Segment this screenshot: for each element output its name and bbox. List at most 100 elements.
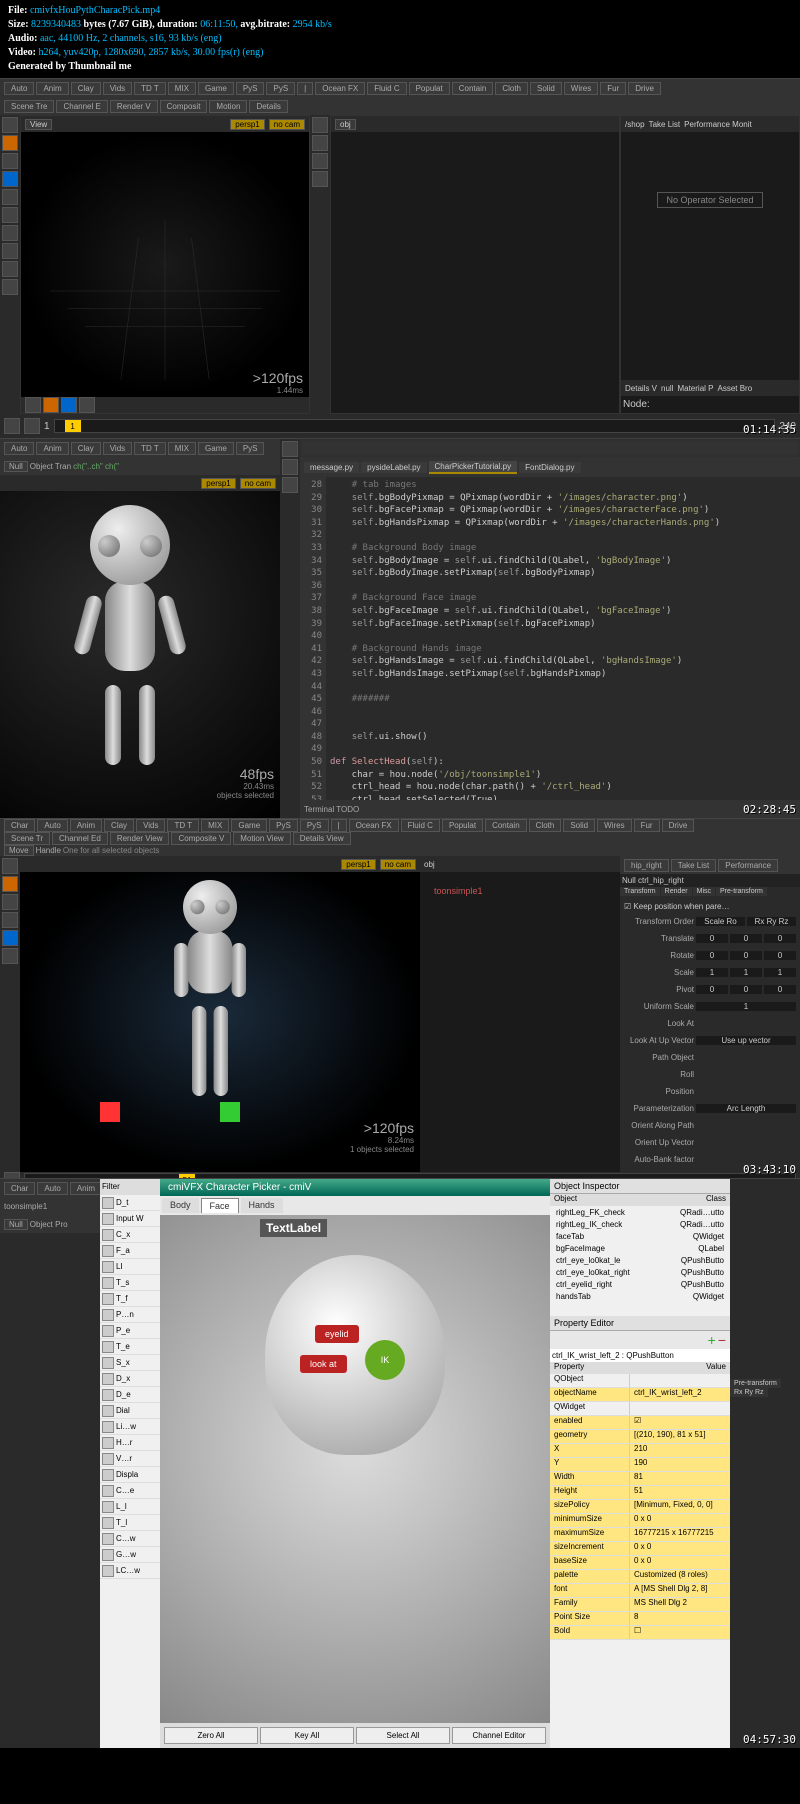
gizmo-y[interactable] [220, 1102, 240, 1122]
code-editor[interactable]: message.pypysideLabel.pyCharPickerTutori… [300, 439, 800, 818]
property-row[interactable]: Height51 [550, 1486, 730, 1500]
param-rotate[interactable]: Rotate000 [624, 947, 796, 963]
channel-editor-button[interactable]: Channel Editor [452, 1727, 546, 1744]
param-uniform-scale[interactable]: Uniform Scale1 [624, 998, 796, 1014]
widget-S_x[interactable]: S_x [100, 1355, 160, 1371]
property-row[interactable]: fontA [MS Shell Dlg 2, 8] [550, 1584, 730, 1598]
property-row[interactable]: Point Size8 [550, 1612, 730, 1626]
node-label[interactable]: toonsimple1 [420, 872, 620, 910]
widget-T_l[interactable]: T_l [100, 1515, 160, 1531]
gizmo-x[interactable] [100, 1102, 120, 1122]
tab-body[interactable]: Body [162, 1198, 199, 1213]
divider-tools[interactable] [280, 439, 300, 818]
widget-C…e[interactable]: C…e [100, 1483, 160, 1499]
network-view[interactable]: obj toonsimple1 [420, 856, 620, 1172]
param-translate[interactable]: Translate000 [624, 930, 796, 946]
keep-position-check[interactable]: Keep position when pare… [633, 902, 729, 911]
qt-widget-box[interactable]: Filter D_tInput WC_xF_aLIT_sT_fP…nP_eT_e… [100, 1179, 160, 1748]
parameter-panel[interactable]: /shopTake ListPerformance Monit No Opera… [620, 115, 800, 414]
no-cam-badge[interactable]: no cam [269, 119, 305, 130]
tool-shelf[interactable] [0, 115, 20, 414]
widget-C…w[interactable]: C…w [100, 1531, 160, 1547]
property-row[interactable]: Width81 [550, 1472, 730, 1486]
camera-menu[interactable]: persp1 [201, 478, 235, 489]
property-row[interactable]: minimumSize0 x 0 [550, 1514, 730, 1528]
widget-G…w[interactable]: G…w [100, 1547, 160, 1563]
camera-menu[interactable]: persp1 [230, 119, 264, 130]
widget-Li…w[interactable]: Li…w [100, 1419, 160, 1435]
code-content[interactable]: # tab images self.bgBodyPixmap = QPixmap… [326, 477, 800, 800]
widget-L_l[interactable]: L_l [100, 1499, 160, 1515]
property-row[interactable]: baseSize0 x 0 [550, 1556, 730, 1570]
widget-Displa[interactable]: Displa [100, 1467, 160, 1483]
shelf-tabs[interactable]: AutoAnimClayVidsTD TMIXGamePySPyS|Ocean … [0, 79, 800, 97]
file-tab[interactable]: pysideLabel.py [361, 462, 426, 473]
tool-shelf-r[interactable] [310, 115, 330, 414]
tree-item[interactable]: handsTabQWidget [552, 1292, 728, 1304]
file-tabs[interactable]: message.pypysideLabel.pyCharPickerTutori… [300, 457, 800, 477]
property-row[interactable]: paletteCustomized (8 roles) [550, 1570, 730, 1584]
no-cam[interactable]: no cam [240, 478, 276, 489]
file-tab[interactable]: CharPickerTutorial.py [429, 461, 518, 474]
character-viewport[interactable]: persp1 no cam 48fps20.43msobjects select… [0, 475, 280, 818]
widget-V…r[interactable]: V…r [100, 1451, 160, 1467]
widget-Dial[interactable]: Dial [100, 1403, 160, 1419]
tree-item[interactable]: rightLeg_IK_checkQRadi…utto [552, 1220, 728, 1232]
key-all-button[interactable]: Key All [260, 1727, 354, 1744]
character-rig[interactable] [60, 505, 200, 785]
frame-start[interactable]: 1 [44, 421, 50, 432]
ik-button[interactable]: IK [365, 1340, 405, 1380]
property-row[interactable]: enabled☑ [550, 1416, 730, 1430]
property-row[interactable]: sizeIncrement0 x 0 [550, 1542, 730, 1556]
tree-item[interactable]: ctrl_eye_lo0kat_rightQPushButto [552, 1268, 728, 1280]
timeline[interactable]: 1 1 240 [0, 414, 800, 438]
widget-T_e[interactable]: T_e [100, 1339, 160, 1355]
tree-item[interactable]: ctrl_eyelid_rightQPushButto [552, 1280, 728, 1292]
terminal-bar[interactable]: Terminal TODO [300, 800, 800, 818]
move-tool[interactable]: Move [4, 845, 34, 856]
eyelid-button[interactable]: eyelid [315, 1325, 359, 1343]
widget-T_f[interactable]: T_f [100, 1291, 160, 1307]
param-scale[interactable]: Scale111 [624, 964, 796, 980]
parameter-pane[interactable]: hip_rightTake ListPerformance Null ctrl_… [620, 856, 800, 1172]
select-all-button[interactable]: Select All [356, 1727, 450, 1744]
widget-D_t[interactable]: D_t [100, 1195, 160, 1211]
character-picker-window[interactable]: cmiVFX Character Picker - cmiV BodyFaceH… [160, 1179, 550, 1748]
tree-item[interactable]: rightLeg_FK_checkQRadi…utto [552, 1208, 728, 1220]
shelf-tabs[interactable]: CharAutoAnimClayVidsTD TMIXGamePySPyS|Oc… [0, 819, 800, 832]
widget-LI[interactable]: LI [100, 1259, 160, 1275]
pane-tabs[interactable]: Scene TreChannel ERender VCompositMotion… [0, 97, 800, 115]
prop-path[interactable]: ctrl_IK_wrist_left_2 : QPushButton [550, 1349, 730, 1362]
widget-T_s[interactable]: T_s [100, 1275, 160, 1291]
scene-viewport[interactable]: View persp1 no cam >120fps1.44ms [20, 115, 310, 414]
shelf-tabs[interactable]: AutoAnimClayVidsTD TMIXGamePyS [0, 439, 280, 457]
widget-D_x[interactable]: D_x [100, 1371, 160, 1387]
full-character[interactable] [147, 880, 273, 1132]
scene-viewport[interactable]: persp1no cam >120fps8.24ms1 objects sele… [20, 856, 420, 1172]
file-tab[interactable]: message.py [304, 462, 359, 473]
widget-C_x[interactable]: C_x [100, 1227, 160, 1243]
picker-tabs[interactable]: BodyFaceHands [160, 1196, 550, 1215]
tree-item[interactable]: ctrl_eye_lo0kat_leQPushButto [552, 1256, 728, 1268]
tree-item[interactable]: bgFaceImageQLabel [552, 1244, 728, 1256]
playhead[interactable]: 1 [65, 420, 81, 432]
file-tab[interactable]: FontDialog.py [519, 462, 580, 473]
widget-Input W[interactable]: Input W [100, 1211, 160, 1227]
widget-H…r[interactable]: H…r [100, 1435, 160, 1451]
tool-shelf[interactable] [0, 856, 20, 1172]
handle-bar[interactable]: Move Handle One for all selected objects [0, 845, 800, 856]
property-row[interactable]: QObject [550, 1374, 730, 1388]
property-row[interactable]: Bold☐ [550, 1626, 730, 1640]
tree-item[interactable]: faceTabQWidget [552, 1232, 728, 1244]
property-row[interactable]: FamilyMS Shell Dlg 2 [550, 1598, 730, 1612]
network-panel[interactable]: obj [330, 115, 620, 414]
face-panel[interactable]: TextLabel eyelid look at IK [160, 1215, 550, 1723]
widget-P_e[interactable]: P_e [100, 1323, 160, 1339]
pane-tabs[interactable]: Scene TrChannel EdRender ViewComposite V… [0, 832, 800, 845]
property-row[interactable]: QWidget [550, 1402, 730, 1416]
editor-toolbar[interactable] [300, 439, 800, 457]
widget-LC…w[interactable]: LC…w [100, 1563, 160, 1579]
tab-hands[interactable]: Hands [241, 1198, 283, 1213]
widget-D_e[interactable]: D_e [100, 1387, 160, 1403]
property-row[interactable]: objectNamectrl_IK_wrist_left_2 [550, 1388, 730, 1402]
